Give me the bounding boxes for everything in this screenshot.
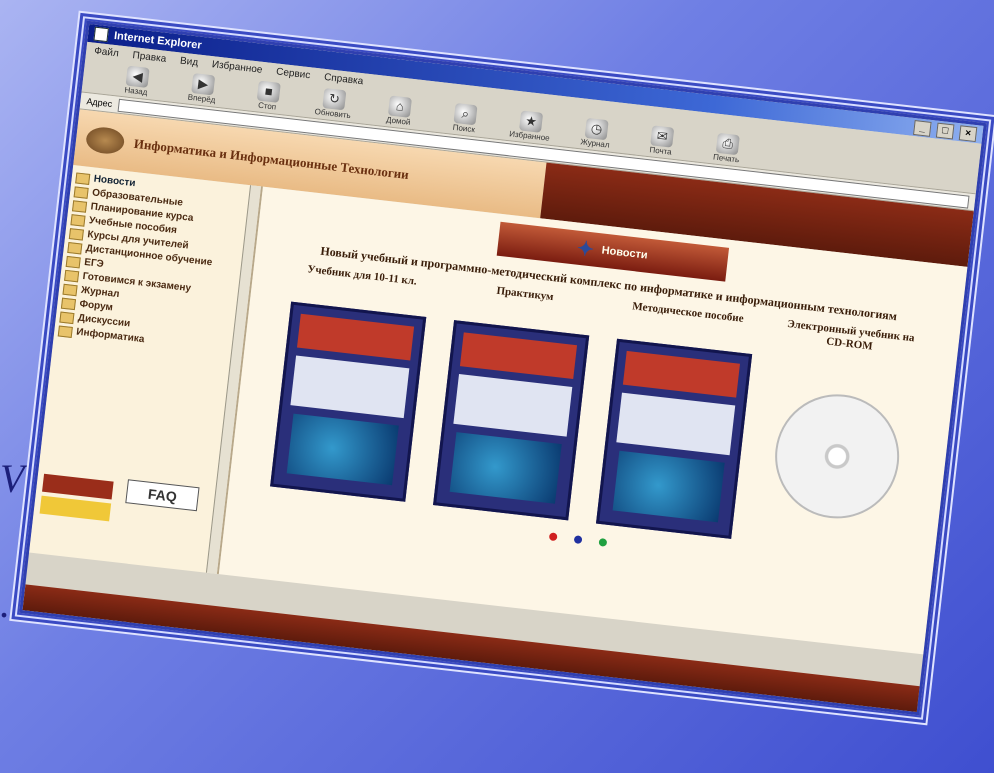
cover-top-band [459, 332, 577, 379]
product-card[interactable]: Методическое пособие [589, 298, 764, 540]
side-letter-v: V [0, 456, 25, 501]
cover-top-band [622, 350, 740, 398]
book-cover-image[interactable] [595, 338, 752, 539]
folder-icon [65, 255, 81, 269]
folder-icon [75, 172, 91, 185]
book-cover-image[interactable] [432, 320, 589, 521]
close-button[interactable]: × [958, 124, 978, 142]
legend-item [598, 536, 610, 547]
cover-pic [449, 432, 562, 504]
folder-icon [67, 241, 83, 255]
refresh-icon: ↻ [322, 87, 347, 110]
folder-icon [60, 297, 77, 311]
toolbar-button[interactable]: ↻ Обновить [308, 86, 359, 120]
menu-item[interactable]: Вид [179, 55, 198, 68]
toolbar-button[interactable]: ◀ Назад [112, 64, 163, 98]
legend-dot-icon [598, 537, 608, 547]
ad-banner-yellow[interactable] [39, 495, 112, 522]
folder-icon [62, 283, 78, 297]
cd-rom-image[interactable] [768, 387, 906, 525]
product-card[interactable]: Учебник для 10-11 кл. [263, 261, 438, 503]
toolbar-button-label: Домой [385, 114, 411, 127]
sidebar-item-label: Форум [78, 298, 114, 314]
folder-icon [64, 269, 80, 283]
toolbar-button-label: Обновить [314, 106, 352, 120]
toolbar-button-label: Стоп [257, 100, 277, 112]
book-cover-image[interactable] [269, 301, 426, 502]
legend-item [573, 533, 586, 544]
browser-screenshot-frame: Internet Explorer _ □ × Файл Правка Вид Изб… [14, 15, 992, 721]
legend-dot-icon [573, 534, 583, 544]
side-letter-l: . [0, 581, 10, 626]
stop-icon: ■ [256, 80, 281, 103]
legend-label [585, 534, 586, 544]
folder-icon [71, 200, 88, 213]
toolbar-button[interactable]: ⌂ Домой [374, 94, 425, 128]
home-icon: ⌂ [387, 94, 413, 118]
print-icon: ⎙ [715, 132, 740, 155]
toolbar-button-label: Журнал [580, 136, 611, 150]
cover-pic [612, 450, 725, 523]
sidebar-root-label: Новости [93, 173, 137, 190]
toolbar-button-label: Печать [712, 151, 740, 164]
folder-icon [73, 186, 89, 199]
product-card-label: Электронный учебник на CD-ROM [786, 317, 916, 353]
cover-top-band [296, 313, 414, 361]
sidebar-item-label: ЕГЭ [83, 256, 105, 271]
toolbar-button[interactable]: ★ Избранное [505, 108, 556, 142]
legend-label [560, 532, 561, 542]
folder-icon [59, 311, 75, 325]
main-content: ✦ Новости Новый учебный и программно-мет… [218, 186, 968, 655]
folder-icon [68, 228, 84, 241]
toolbar-button[interactable]: ■ Стоп [243, 79, 294, 113]
maximize-button[interactable]: □ [935, 122, 955, 139]
product-card[interactable]: Электронный учебник на CD-ROM [751, 317, 926, 559]
ad-banners [39, 473, 114, 522]
sidebar-item-label: Журнал [80, 284, 120, 301]
legend-item [548, 530, 561, 542]
cover-mid [452, 374, 572, 437]
cover-mid [289, 355, 409, 419]
ad-banner-red[interactable] [42, 473, 114, 500]
folder-icon [70, 214, 86, 227]
forward-icon: ▶ [191, 72, 216, 95]
menu-item[interactable]: Сервис [276, 66, 311, 81]
cover-mid [615, 392, 735, 456]
browser-icon [93, 26, 109, 43]
toolbar-button-label: Почта [649, 144, 673, 157]
faq-button[interactable]: FAQ [125, 479, 200, 512]
mail-icon: ✉ [650, 124, 675, 148]
favorites-icon: ★ [519, 109, 544, 133]
menu-item[interactable]: Справка [324, 71, 364, 86]
toolbar-button-label: Избранное [508, 128, 551, 143]
stage: V . Internet Explorer _ □ × Файл Правка Ви… [0, 0, 994, 773]
legend-dot-icon [548, 531, 558, 541]
folder-icon [57, 325, 73, 338]
news-badge-label: Новости [601, 244, 649, 262]
menu-item[interactable]: Файл [94, 45, 120, 59]
back-icon: ◀ [125, 65, 150, 88]
star-icon: ✦ [575, 237, 595, 261]
menu-item[interactable]: Правка [132, 50, 167, 65]
history-icon: ◷ [584, 117, 609, 140]
toolbar-button[interactable]: ✉ Почта [636, 123, 687, 157]
toolbar-button-label: Назад [124, 84, 148, 97]
toolbar-button[interactable]: ⎙ Печать [702, 131, 753, 165]
product-card-label: Практикум [495, 284, 555, 304]
toolbar-button[interactable]: ⌕ Поиск [440, 101, 491, 135]
toolbar-button[interactable]: ◷ Журнал [571, 116, 622, 150]
toolbar-button-label: Поиск [452, 122, 476, 134]
search-icon: ⌕ [453, 102, 478, 125]
legend-label [609, 537, 610, 547]
toolbar-button[interactable]: ▶ Вперёд [177, 71, 228, 105]
sidebar-items: Образовательные Планирование курса Учебные… [57, 185, 259, 357]
address-label: Адрес [85, 96, 113, 110]
toolbar-button-label: Вперёд [187, 92, 216, 105]
cover-pic [286, 413, 399, 486]
product-card[interactable]: Практикум [426, 280, 601, 522]
site-logo-icon [84, 125, 126, 156]
minimize-button[interactable]: _ [913, 119, 932, 137]
